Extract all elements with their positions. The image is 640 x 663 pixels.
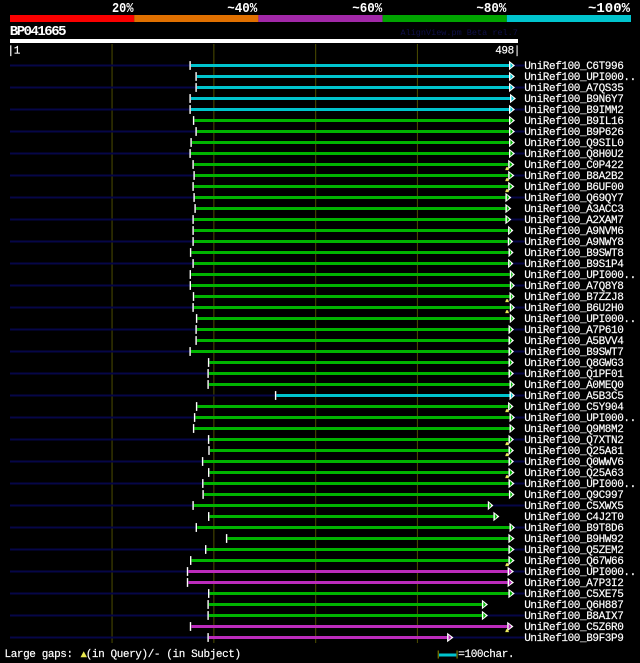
svg-text:20%: 20% — [112, 1, 134, 17]
svg-text:~100%: ~100% — [588, 1, 631, 17]
svg-text:|1: |1 — [8, 46, 21, 58]
svg-text:(in Query)/: (in Query)/ — [86, 649, 154, 661]
svg-text:BP041665: BP041665 — [10, 24, 66, 40]
svg-text:AlignView.pm Beta rel.7: AlignView.pm Beta rel.7 — [401, 28, 518, 38]
svg-text:Large gaps:: Large gaps: — [5, 649, 73, 661]
svg-text:~40%: ~40% — [227, 1, 258, 17]
svg-text:=100char.: =100char. — [458, 649, 514, 661]
svg-text:UniRef100_B9F3P9: UniRef100_B9F3P9 — [524, 633, 623, 645]
svg-text:498|: 498| — [495, 46, 520, 58]
svg-text:~80%: ~80% — [476, 1, 507, 17]
svg-text:-: - — [154, 649, 160, 661]
svg-text:~60%: ~60% — [352, 1, 383, 17]
svg-text:(in Subject): (in Subject) — [166, 649, 240, 661]
